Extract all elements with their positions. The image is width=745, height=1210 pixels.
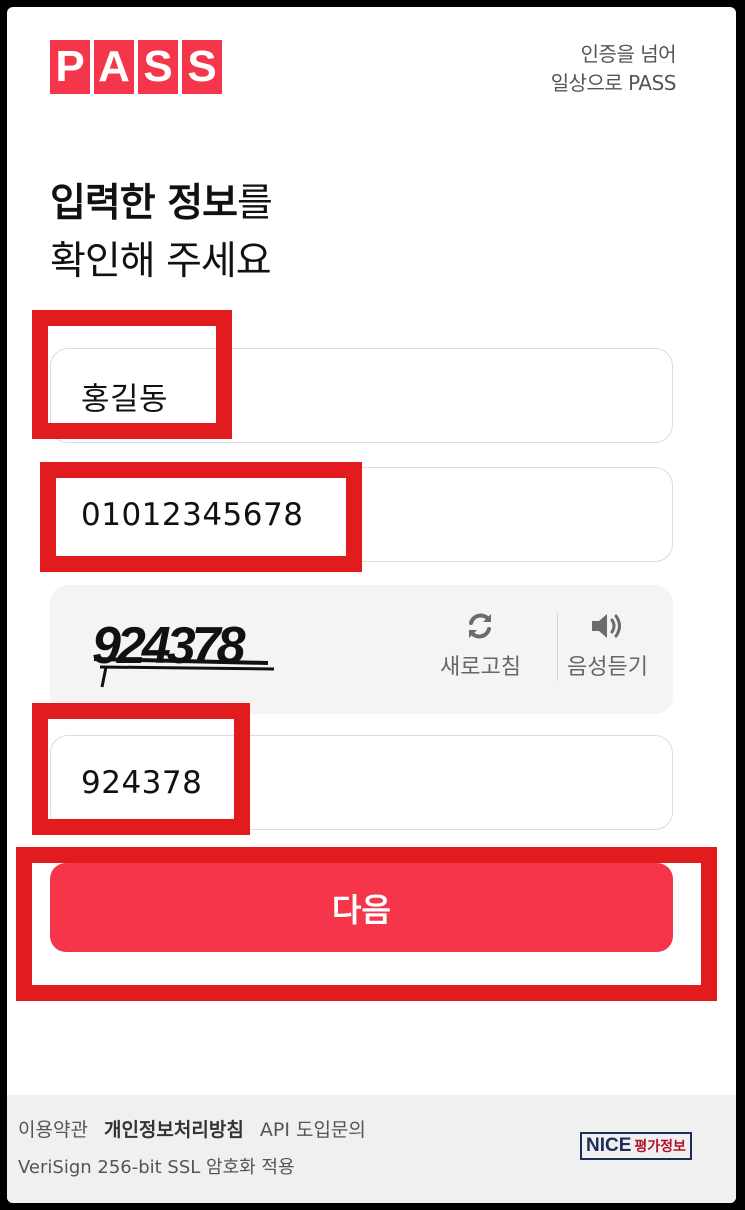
footer: 이용약관 개인정보처리방침 API 도입문의 VeriSign 256-bit … — [7, 1095, 736, 1203]
privacy-link[interactable]: 개인정보처리방침 — [104, 1119, 244, 1141]
header-tagline: 인증을 넘어 일상으로 PASS — [550, 40, 677, 98]
audio-button[interactable]: 음성듣기 — [567, 609, 648, 681]
pass-auth-page: P A S S 인증을 넘어 일상으로 PASS 입력한 정보를 확인해 주세요… — [7, 7, 736, 1203]
title-line2: 확인해 주세요 — [50, 239, 272, 284]
highlight-phone-field — [40, 462, 362, 572]
refresh-button[interactable]: 새로고침 — [440, 609, 521, 681]
page-title: 입력한 정보를 확인해 주세요 — [50, 175, 273, 291]
title-suffix: 를 — [236, 181, 273, 226]
terms-link[interactable]: 이용약관 — [18, 1119, 88, 1141]
tagline-line2: 일상으로 PASS — [550, 71, 677, 95]
captcha-image: 924378 — [92, 617, 275, 688]
refresh-icon — [440, 609, 521, 649]
highlight-captcha-input — [32, 703, 250, 835]
tagline-line1: 인증을 넘어 — [580, 42, 677, 66]
nice-sub: 평가정보 — [634, 1139, 686, 1155]
captcha-divider — [557, 613, 558, 681]
logo-letter-p: P — [50, 40, 90, 94]
logo-letter-s2: S — [182, 40, 222, 94]
ssl-notice: VeriSign 256-bit SSL 암호화 적용 — [18, 1157, 295, 1178]
captcha-panel: 924378 새로고침 음성듣기 — [50, 585, 673, 714]
pass-logo: P A S S — [50, 40, 222, 94]
api-link[interactable]: API 도입문의 — [260, 1119, 366, 1141]
logo-letter-s1: S — [138, 40, 178, 94]
speaker-icon — [567, 609, 648, 649]
nice-brand: NICE — [586, 1135, 632, 1156]
highlight-next-button — [16, 847, 717, 1001]
highlight-name-field — [32, 310, 232, 439]
title-bold: 입력한 정보 — [50, 181, 238, 226]
logo-letter-a: A — [94, 40, 134, 94]
nice-logo: NICE 평가정보 — [580, 1132, 692, 1160]
footer-links: 이용약관 개인정보처리방침 API 도입문의 — [18, 1115, 376, 1142]
refresh-label: 새로고침 — [440, 655, 521, 680]
audio-label: 음성듣기 — [567, 655, 648, 680]
